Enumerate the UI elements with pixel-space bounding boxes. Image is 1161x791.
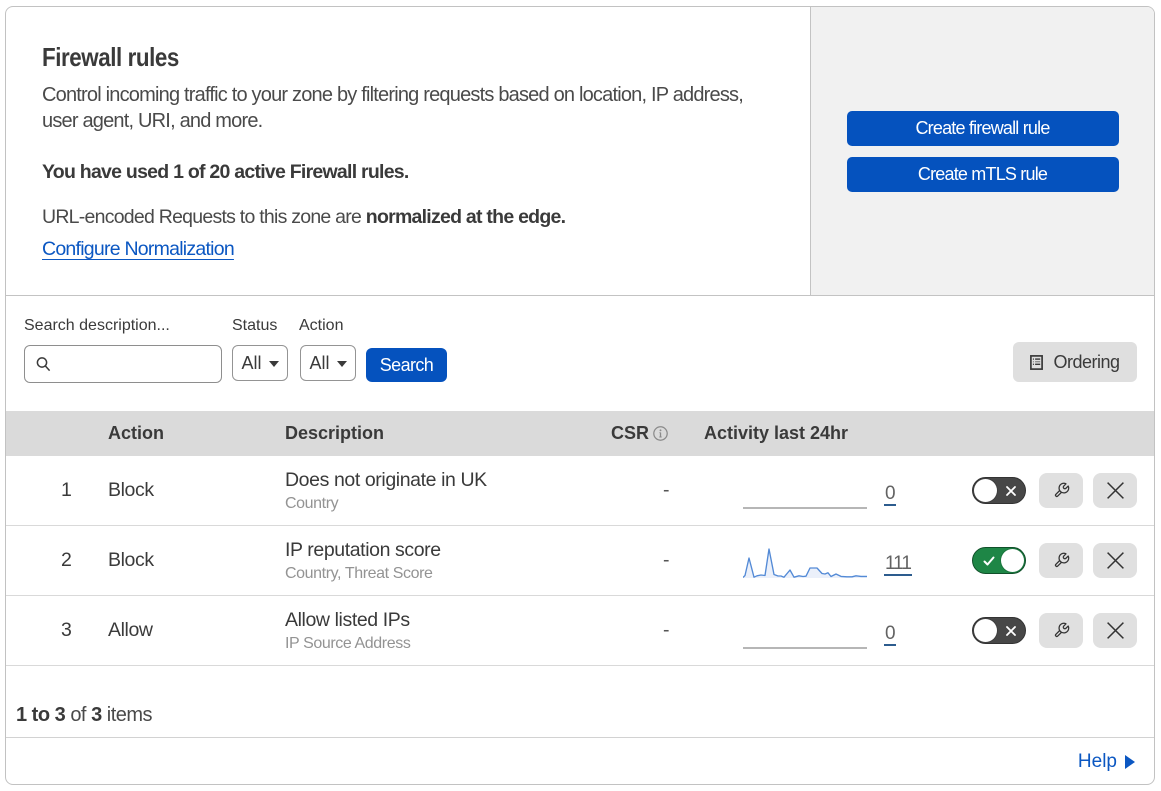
rule-description: Does not originate in UK Country: [285, 468, 487, 512]
wrench-icon: [1054, 482, 1070, 497]
x-icon: [1106, 622, 1124, 639]
pagination: 1 to 3 of 3 items: [6, 666, 1154, 738]
wrench-icon: [1054, 552, 1070, 567]
page-title: Firewall rules: [42, 42, 179, 72]
table-row: 2 Block IP reputation score Country, Thre…: [6, 526, 1154, 596]
status-select[interactable]: All: [232, 345, 288, 381]
delete-rule-button[interactable]: [1093, 613, 1137, 648]
rule-csr: -: [663, 549, 670, 571]
arrow-right-icon: [1125, 754, 1135, 769]
usage-summary: You have used 1 of 20 active Firewall ru…: [42, 161, 409, 183]
table-row: 3 Allow Allow listed IPs IP Source Addres…: [6, 596, 1154, 666]
rule-csr: -: [663, 479, 670, 501]
table-header: Action Description CSR Activity last 24h…: [6, 411, 1154, 456]
rule-activity: 0: [698, 613, 940, 649]
rule-priority: 3: [61, 619, 72, 641]
filters-section: Search description... Status All Action …: [6, 296, 1154, 411]
create-mtls-rule-button[interactable]: Create mTLS rule: [846, 157, 1119, 192]
action-select[interactable]: All: [300, 345, 356, 381]
delete-rule-button[interactable]: [1093, 543, 1137, 578]
toggle-knob: [1001, 549, 1024, 572]
items-count: 1 to 3 of 3 items: [16, 704, 153, 726]
check-icon: [983, 556, 995, 565]
chevron-down-icon: [336, 361, 347, 367]
activity-sparkline-empty: [743, 506, 867, 509]
search-label: Search description...: [24, 317, 170, 334]
toggle-knob: [974, 479, 997, 502]
edit-rule-button[interactable]: [1039, 543, 1083, 578]
rule-description: Allow listed IPs IP Source Address: [285, 608, 411, 652]
hero-text: Firewall rules Control incoming traffic …: [6, 7, 810, 295]
x-icon: [1106, 482, 1124, 499]
search-button[interactable]: Search: [366, 348, 447, 382]
status-label: Status: [232, 317, 278, 334]
list-icon: [1030, 354, 1044, 370]
rule-action: Block: [108, 479, 154, 501]
delete-rule-button[interactable]: [1093, 473, 1137, 508]
hero-section: Firewall rules Control incoming traffic …: [6, 7, 1154, 296]
rule-description: IP reputation score Country, Threat Score: [285, 538, 441, 582]
actions-panel: Create firewall rule Create mTLS rule: [810, 7, 1154, 295]
rule-controls: [940, 543, 1154, 578]
x-icon: [1006, 485, 1016, 496]
rules-table: Action Description CSR Activity last 24h…: [6, 411, 1154, 666]
info-icon[interactable]: [653, 426, 668, 441]
search-input[interactable]: [24, 345, 222, 383]
activity-count-link[interactable]: 0: [884, 483, 896, 506]
x-icon: [1006, 625, 1016, 636]
search-icon: [36, 356, 51, 371]
rule-controls: [940, 613, 1154, 648]
footer: Help: [6, 738, 1154, 784]
rule-activity: 111: [698, 543, 940, 579]
activity-sparkline-empty: [743, 646, 867, 649]
normalization-note: URL-encoded Requests to this zone are no…: [42, 206, 566, 228]
x-icon: [1106, 552, 1124, 569]
col-activity: Activity last 24hr: [704, 423, 849, 443]
rule-action: Block: [108, 549, 154, 571]
edit-rule-button[interactable]: [1039, 613, 1083, 648]
rule-priority: 2: [61, 549, 72, 571]
search-text-field[interactable]: [60, 354, 210, 374]
col-action: Action: [108, 423, 164, 443]
activity-sparkline: [743, 547, 867, 578]
table-row: 1 Block Does not originate in UK Country …: [6, 456, 1154, 526]
activity-count-link[interactable]: 111: [884, 553, 912, 576]
rule-enabled-toggle[interactable]: [972, 547, 1026, 574]
ordering-button[interactable]: Ordering: [1013, 342, 1137, 382]
page-description: Control incoming traffic to your zone by…: [42, 84, 744, 132]
rule-priority: 1: [61, 479, 72, 501]
rule-enabled-toggle[interactable]: [972, 617, 1026, 644]
action-label: Action: [299, 317, 344, 334]
toggle-knob: [974, 619, 997, 642]
chevron-down-icon: [268, 361, 279, 367]
create-firewall-rule-button[interactable]: Create firewall rule: [846, 111, 1119, 146]
col-csr: CSR: [605, 423, 698, 444]
edit-rule-button[interactable]: [1039, 473, 1083, 508]
rule-enabled-toggle[interactable]: [972, 477, 1026, 504]
wrench-icon: [1054, 622, 1070, 637]
configure-normalization-link[interactable]: Configure Normalization: [42, 238, 235, 261]
rule-action: Allow: [108, 619, 153, 641]
rule-activity: 0: [698, 473, 940, 509]
rule-controls: [940, 473, 1154, 508]
activity-count-link[interactable]: 0: [884, 623, 896, 646]
firewall-rules-card: Firewall rules Control incoming traffic …: [5, 6, 1155, 785]
col-description: Description: [285, 423, 385, 443]
rule-csr: -: [663, 619, 670, 641]
help-link[interactable]: Help: [1078, 751, 1135, 773]
